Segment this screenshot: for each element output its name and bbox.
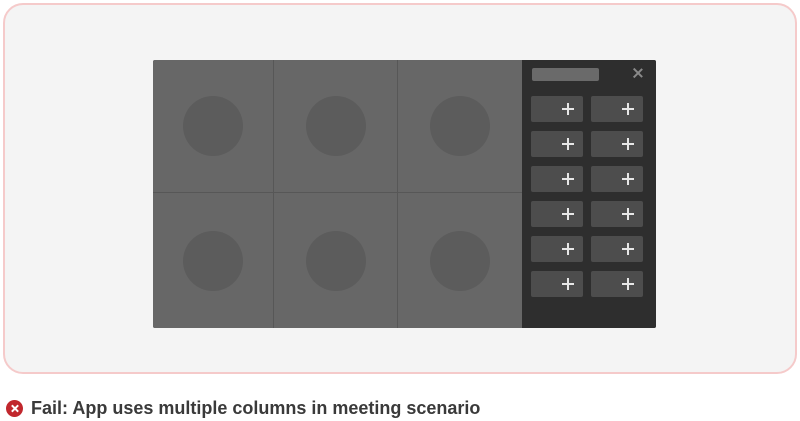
add-button[interactable] — [531, 236, 583, 262]
plus-icon — [562, 138, 574, 150]
close-icon[interactable] — [631, 66, 645, 80]
video-tile — [274, 60, 398, 193]
add-button[interactable] — [531, 131, 583, 157]
illustration-frame — [3, 3, 797, 374]
plus-icon — [622, 278, 634, 290]
add-button[interactable] — [531, 96, 583, 122]
video-tile — [153, 60, 274, 193]
video-tile — [153, 193, 274, 328]
plus-icon — [622, 243, 634, 255]
app-side-panel — [522, 60, 656, 328]
fail-icon — [6, 400, 23, 417]
add-button-grid — [531, 96, 643, 297]
caption-text: Fail: App uses multiple columns in meeti… — [31, 398, 481, 418]
plus-icon — [622, 138, 634, 150]
avatar — [430, 96, 490, 156]
plus-icon — [562, 208, 574, 220]
video-tile — [398, 193, 522, 328]
plus-icon — [562, 243, 574, 255]
avatar — [305, 96, 366, 156]
add-button[interactable] — [591, 96, 643, 122]
plus-icon — [562, 173, 574, 185]
add-button[interactable] — [591, 201, 643, 227]
meeting-stage — [153, 60, 656, 328]
avatar — [183, 230, 243, 291]
avatar — [430, 230, 490, 291]
add-button[interactable] — [591, 166, 643, 192]
add-button[interactable] — [531, 201, 583, 227]
add-button[interactable] — [591, 271, 643, 297]
add-button[interactable] — [591, 131, 643, 157]
add-button[interactable] — [591, 236, 643, 262]
plus-icon — [622, 173, 634, 185]
video-tile — [398, 60, 522, 193]
video-tile — [274, 193, 398, 328]
avatar — [305, 230, 366, 291]
plus-icon — [562, 103, 574, 115]
video-grid — [153, 60, 522, 328]
add-button[interactable] — [531, 271, 583, 297]
plus-icon — [622, 103, 634, 115]
caption: Fail: App uses multiple columns in meeti… — [6, 398, 480, 419]
panel-title-placeholder — [532, 68, 599, 81]
plus-icon — [622, 208, 634, 220]
add-button[interactable] — [531, 166, 583, 192]
avatar — [183, 96, 243, 156]
plus-icon — [562, 278, 574, 290]
